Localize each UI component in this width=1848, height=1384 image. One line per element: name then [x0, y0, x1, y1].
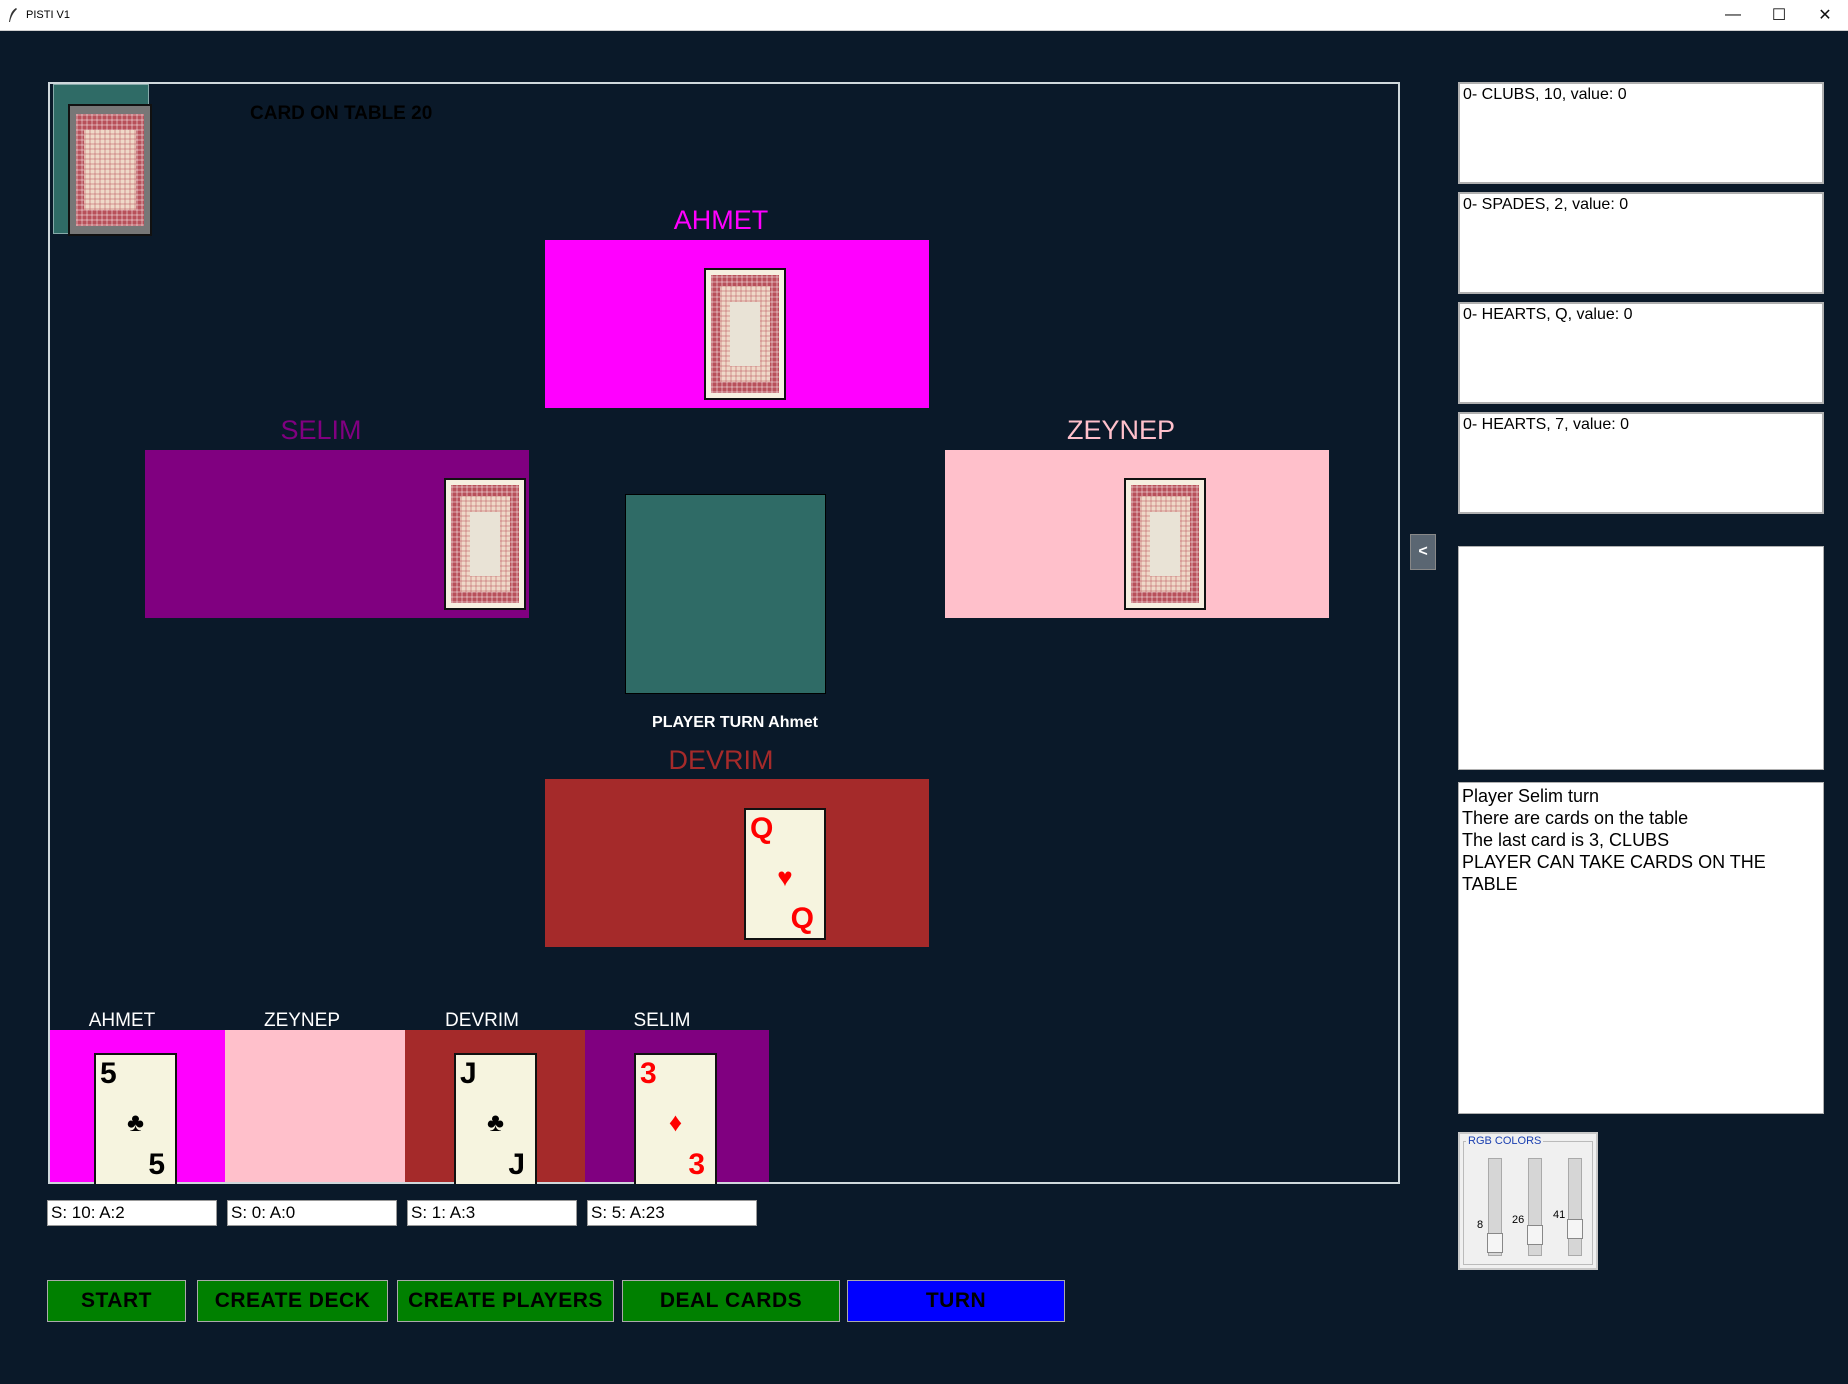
player-top-card — [704, 268, 786, 400]
log-line: The last card is 3, CLUBS — [1462, 830, 1670, 850]
card-rank-bottom: 3 — [688, 1148, 705, 1181]
table-pile — [625, 494, 826, 694]
start-button[interactable]: START — [47, 1280, 186, 1322]
player-zone-bottom — [545, 779, 929, 947]
hand-card-box: 0- SPADES, 2, value: 0 — [1458, 192, 1824, 294]
turn-button[interactable]: TURN — [847, 1280, 1065, 1322]
window-title: PISTI V1 — [26, 9, 71, 21]
blue-slider-thumb[interactable] — [1567, 1219, 1583, 1239]
red-slider-thumb[interactable] — [1487, 1233, 1503, 1253]
collapse-panel-button[interactable]: < — [1410, 534, 1436, 570]
score-field-ahmet[interactable]: S: 10: A:2 — [47, 1200, 217, 1226]
create-players-button[interactable]: CREATE PLAYERS — [397, 1280, 614, 1322]
close-icon: ✕ — [1818, 7, 1832, 24]
pile-card-ahmet: 5 ♣ 5 — [94, 1053, 177, 1184]
player-name-bottom: DEVRIM — [668, 745, 774, 775]
minimize-button[interactable]: — — [1710, 0, 1756, 30]
card-rank-bottom: Q — [790, 902, 814, 935]
red-slider[interactable] — [1487, 1158, 1503, 1256]
played-card-devrim[interactable]: Q ♥ Q — [744, 808, 826, 940]
hand-card-box: 0- HEARTS, 7, value: 0 — [1458, 412, 1824, 514]
card-suit: ♣ — [126, 1107, 145, 1137]
card-on-table-label: CARD ON TABLE 20 — [250, 103, 433, 124]
blue-value: 41 — [1553, 1209, 1566, 1221]
player-left-card — [444, 478, 526, 610]
green-slider-thumb[interactable] — [1527, 1225, 1543, 1245]
minimize-icon: — — [1725, 6, 1741, 23]
maximize-icon: ☐ — [1771, 7, 1787, 24]
rgb-colors-panel: RGB COLORS 8 26 41 — [1458, 1132, 1598, 1270]
card-suit: ♥ — [777, 862, 793, 892]
pile-card-devrim: J ♣ J — [454, 1053, 537, 1184]
log-line: PLAYER CAN TAKE CARDS ON THE TABLE — [1462, 852, 1766, 894]
hand-card-box: 0- CLUBS, 10, value: 0 — [1458, 82, 1824, 184]
pile-label-ahmet: AHMET — [88, 1010, 156, 1031]
score-field-devrim[interactable]: S: 1: A:3 — [407, 1200, 577, 1226]
app-feather-icon — [9, 8, 17, 22]
score-field-selim[interactable]: S: 5: A:23 — [587, 1200, 757, 1226]
score-field-zeynep[interactable]: S: 0: A:0 — [227, 1200, 397, 1226]
red-value: 8 — [1477, 1219, 1484, 1231]
log-line: Player Selim turn — [1462, 786, 1600, 806]
card-suit: ♦ — [668, 1107, 683, 1137]
rgb-legend: RGB COLORS — [1466, 1135, 1544, 1147]
deck-top-card[interactable] — [68, 104, 152, 236]
card-rank-top: J — [460, 1057, 477, 1090]
card-rank-top: 3 — [640, 1057, 657, 1090]
hand-card-box: 0- HEARTS, Q, value: 0 — [1458, 302, 1824, 404]
pile-label-zeynep: ZEYNEP — [263, 1010, 341, 1031]
card-rank-top: 5 — [100, 1057, 117, 1090]
pile-label-selim: SELIM — [633, 1010, 691, 1031]
player-turn-label: PLAYER TURN Ahmet — [652, 714, 818, 731]
player-name-left: SELIM — [280, 415, 362, 445]
pile-card-selim: 3 ♦ 3 — [634, 1053, 717, 1184]
card-rank-bottom: 5 — [148, 1148, 165, 1181]
create-deck-button[interactable]: CREATE DECK — [197, 1280, 388, 1322]
card-suit: ♣ — [486, 1107, 505, 1137]
log-line: There are cards on the table — [1462, 808, 1689, 828]
close-button[interactable]: ✕ — [1802, 0, 1848, 30]
green-slider[interactable] — [1527, 1158, 1543, 1256]
title-bar: PISTI V1 — ☐ ✕ — [0, 0, 1848, 31]
game-log[interactable]: Player Selim turn There are cards on the… — [1458, 782, 1824, 1114]
pile-zone-zeynep — [225, 1030, 405, 1182]
player-right-card — [1124, 478, 1206, 610]
deal-cards-button[interactable]: DEAL CARDS — [622, 1280, 840, 1322]
player-name-top: AHMET — [673, 205, 769, 235]
pile-label-devrim: DEVRIM — [445, 1010, 519, 1031]
blue-slider[interactable] — [1567, 1158, 1583, 1256]
green-value: 26 — [1512, 1214, 1525, 1226]
empty-info-box — [1458, 546, 1824, 770]
card-rank-top: Q — [750, 812, 774, 845]
maximize-button[interactable]: ☐ — [1756, 0, 1802, 30]
card-rank-bottom: J — [508, 1148, 525, 1181]
player-name-right: ZEYNEP — [1066, 415, 1176, 445]
